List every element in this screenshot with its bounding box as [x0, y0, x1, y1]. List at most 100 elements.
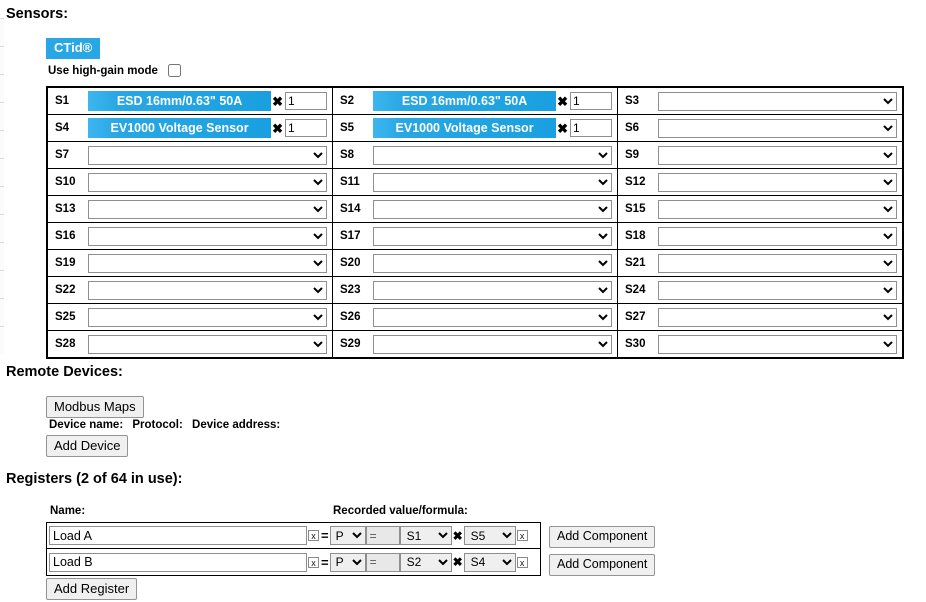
sensor-control-cell-s22: [85, 276, 333, 304]
sensor-multiplier-input-s2[interactable]: [570, 92, 612, 110]
sensor-select-s25[interactable]: [88, 307, 327, 327]
sensors-section-title: Sensors:: [6, 6, 69, 22]
sensor-label-s24: S24: [617, 276, 655, 304]
add-device-button[interactable]: Add Device: [46, 435, 129, 457]
sensor-row: S4EV1000 Voltage Sensor✖S5EV1000 Voltage…: [47, 114, 903, 142]
sensor-select-s20[interactable]: [373, 253, 612, 273]
sensor-label-s15: S15: [617, 195, 655, 223]
registers-section-title: Registers (2 of 64 in use):: [6, 471, 183, 487]
sensor-assignment-pill-s5[interactable]: EV1000 Voltage Sensor: [373, 118, 557, 138]
sensor-label-s21: S21: [617, 249, 655, 277]
delete-register-icon[interactable]: x: [308, 556, 319, 568]
sensor-label-s22: S22: [47, 276, 85, 304]
delete-component-icon[interactable]: x: [516, 530, 528, 541]
multiply-icon[interactable]: ✖: [556, 95, 570, 108]
sensor-select-s27[interactable]: [658, 307, 897, 327]
sensor-select-s26[interactable]: [373, 307, 612, 327]
sensor-select-s9[interactable]: [658, 145, 897, 165]
sensor-select-s19[interactable]: [88, 253, 327, 273]
sensor-select-s21[interactable]: [658, 253, 897, 273]
sensor-select-s29[interactable]: [373, 334, 612, 354]
sensor-label-s14: S14: [332, 195, 370, 223]
remote-devices-section-title: Remote Devices:: [6, 364, 123, 380]
sensor-select-s11[interactable]: [373, 172, 612, 192]
sensor-control-cell-s11: [370, 168, 618, 196]
sensor-control-cell-s13: [85, 195, 333, 223]
sensor-select-s15[interactable]: [658, 199, 897, 219]
sensor-select-s22[interactable]: [88, 280, 327, 300]
register-component-b-select[interactable]: S4: [463, 552, 516, 572]
multiply-icon[interactable]: ✖: [556, 122, 570, 135]
sensor-control-cell-s6: [655, 114, 903, 142]
add-register-button[interactable]: Add Register: [46, 578, 138, 600]
sensor-select-s30[interactable]: [658, 334, 897, 354]
sensor-control-cell-s29: [370, 330, 618, 358]
sensor-multiplier-input-s4[interactable]: [285, 119, 327, 137]
sensor-label-s26: S26: [332, 303, 370, 331]
multiply-icon[interactable]: ✖: [271, 95, 285, 108]
high-gain-mode-checkbox[interactable]: [167, 64, 181, 77]
sensor-label-s2: S2: [332, 87, 370, 115]
sensor-select-s28[interactable]: [88, 334, 327, 354]
register-row: x=PS2✖S4x: [47, 549, 540, 575]
sensor-label-s28: S28: [47, 330, 85, 358]
sensor-assignment-pill-s1[interactable]: ESD 16mm/0.63" 50A: [88, 91, 272, 111]
sensor-control-cell-s8: [370, 141, 618, 169]
modbus-maps-button[interactable]: Modbus Maps: [46, 396, 144, 418]
register-row: x=PS1✖S5x: [47, 523, 540, 549]
sensor-control-cell-s4: EV1000 Voltage Sensor ✖: [85, 114, 333, 142]
sensor-select-s24[interactable]: [658, 280, 897, 300]
sensor-row: S19 S20 S21: [47, 249, 903, 277]
register-component-a-select[interactable]: S2: [399, 552, 452, 572]
multiply-icon[interactable]: ✖: [271, 122, 285, 135]
sensor-select-s6[interactable]: [658, 118, 897, 138]
register-name-input[interactable]: [49, 526, 307, 545]
sensor-control-cell-s18: [655, 222, 903, 250]
sensor-row: S10 S11 S12: [47, 168, 903, 196]
register-quantity-select[interactable]: P: [329, 552, 366, 572]
add-component-button[interactable]: Add Component: [549, 526, 656, 548]
sensor-select-s14[interactable]: [373, 199, 612, 219]
sensor-select-s7[interactable]: [88, 145, 327, 165]
sensor-select-s16[interactable]: [88, 226, 327, 246]
sensor-control-cell-s1: ESD 16mm/0.63" 50A ✖: [85, 87, 333, 115]
sensor-select-s12[interactable]: [658, 172, 897, 192]
register-component-a-select[interactable]: S1: [399, 526, 452, 545]
sensor-select-s10[interactable]: [88, 172, 327, 192]
sensor-multiplier-input-s5[interactable]: [570, 119, 612, 137]
delete-register-icon[interactable]: x: [308, 530, 319, 541]
sensor-assignment-pill-s4[interactable]: EV1000 Voltage Sensor: [88, 118, 272, 138]
add-component-button[interactable]: Add Component: [549, 554, 656, 576]
register-name-column-header: Name:: [50, 505, 86, 517]
sensor-control-cell-s24: [655, 276, 903, 304]
delete-component-icon[interactable]: x: [516, 556, 528, 568]
sensor-select-s13[interactable]: [88, 199, 327, 219]
register-quantity-select[interactable]: P: [329, 526, 366, 545]
sensor-row: S7 S8 S9: [47, 141, 903, 169]
register-component-b-select[interactable]: S5: [463, 526, 516, 545]
multiply-icon[interactable]: ✖: [452, 555, 464, 569]
sensor-select-s23[interactable]: [373, 280, 612, 300]
sensor-multiplier-input-s1[interactable]: [285, 92, 327, 110]
device-table-header: Device name: Protocol: Device address:: [49, 419, 286, 431]
sensor-select-s8[interactable]: [373, 145, 612, 165]
sensor-label-s11: S11: [332, 168, 370, 196]
sensor-label-s18: S18: [617, 222, 655, 250]
sensor-assignment-pill-s2[interactable]: ESD 16mm/0.63" 50A: [373, 91, 557, 111]
high-gain-mode-label: Use high-gain mode: [48, 64, 158, 77]
sensor-control-cell-s10: [85, 168, 333, 196]
sensor-control-cell-s26: [370, 303, 618, 331]
register-name-input[interactable]: [49, 552, 307, 572]
ctid-button[interactable]: CTid®: [46, 38, 101, 59]
sensor-select-s18[interactable]: [658, 226, 897, 246]
sensor-label-s13: S13: [47, 195, 85, 223]
multiply-icon[interactable]: ✖: [452, 529, 464, 543]
sensor-control-cell-s14: [370, 195, 618, 223]
sensor-label-s17: S17: [332, 222, 370, 250]
equals-sign: =: [321, 528, 329, 543]
sensor-select-s17[interactable]: [373, 226, 612, 246]
register-value-column-header: Recorded value/formula:: [333, 505, 468, 517]
sensor-label-s9: S9: [617, 141, 655, 169]
sensor-label-s27: S27: [617, 303, 655, 331]
sensor-select-s3[interactable]: [658, 91, 897, 111]
